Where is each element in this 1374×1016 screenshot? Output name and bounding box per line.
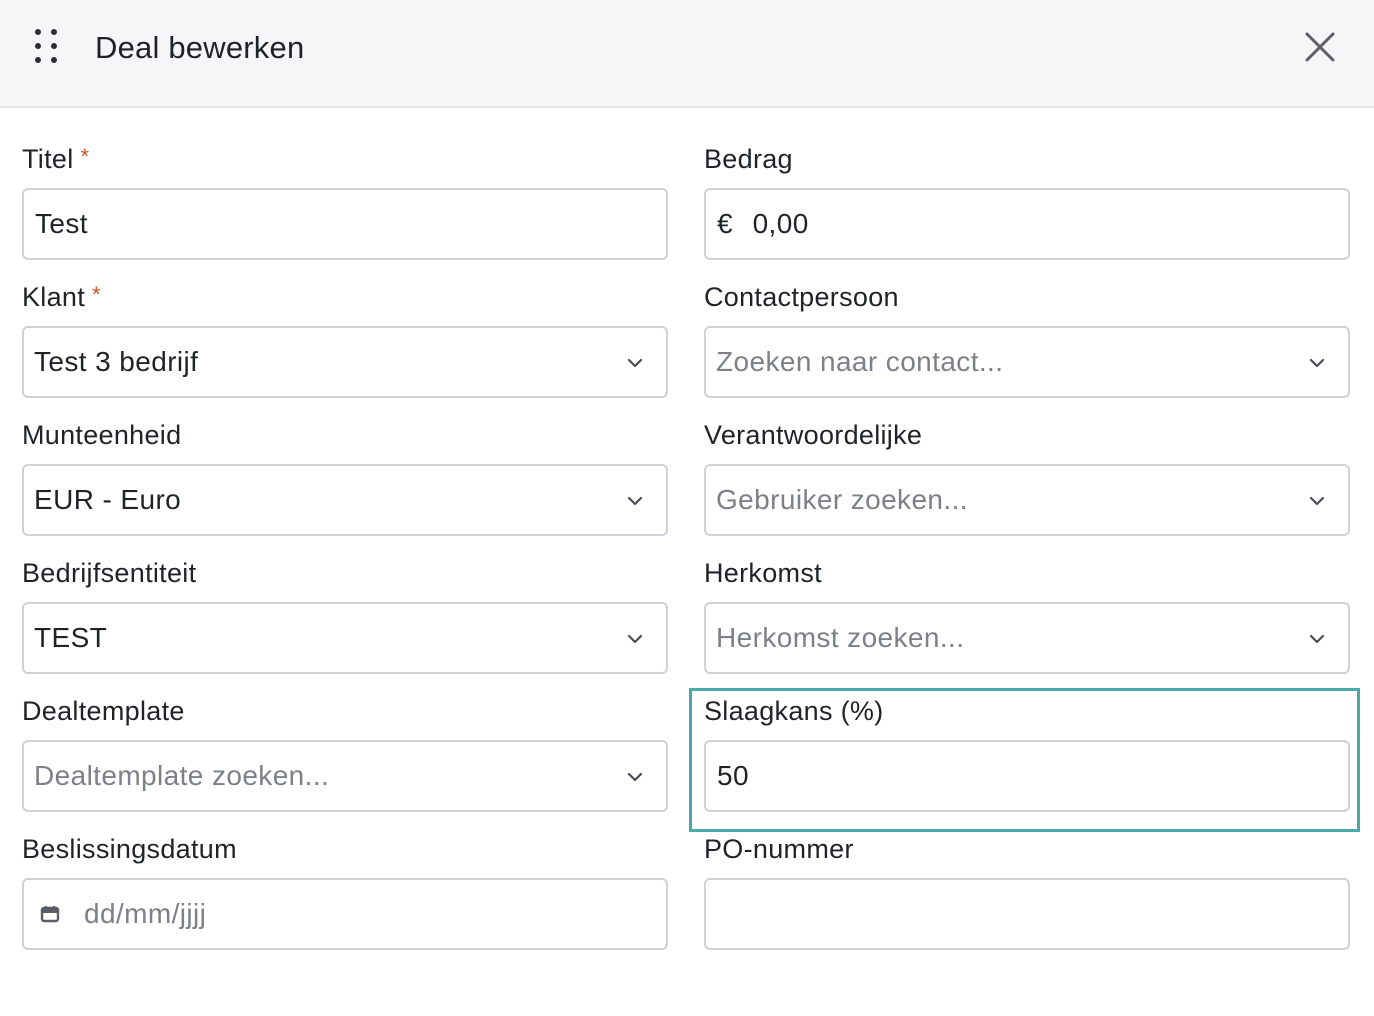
- calendar-icon[interactable]: [40, 904, 60, 924]
- dialog-title: Deal bewerken: [95, 30, 305, 65]
- chevron-down-icon: [627, 634, 643, 644]
- klant-select[interactable]: Test 3 bedrijf: [22, 326, 668, 398]
- slaagkans-label: Slaagkans (%): [704, 696, 884, 726]
- field-contactpersoon: Contactpersoon Zoeken naar contact...: [704, 280, 1350, 398]
- chevron-down-icon: [627, 496, 643, 506]
- field-verantwoordelijke: Verantwoordelijke Gebruiker zoeken...: [704, 418, 1350, 536]
- field-klant: Klant * Test 3 bedrijf: [22, 280, 668, 398]
- currency-symbol: €: [717, 208, 733, 239]
- herkomst-label: Herkomst: [704, 558, 822, 588]
- herkomst-select[interactable]: Herkomst zoeken...: [704, 602, 1350, 674]
- drag-handle-icon[interactable]: [30, 26, 62, 70]
- close-icon: [1305, 32, 1335, 62]
- bedrag-input[interactable]: [752, 190, 1348, 258]
- slaagkans-input-box: [704, 740, 1350, 812]
- dialog-header: Deal bewerken: [0, 0, 1374, 108]
- chevron-down-icon: [627, 772, 643, 782]
- dealtemplate-label: Dealtemplate: [22, 696, 185, 726]
- field-munteenheid: Munteenheid EUR - Euro: [22, 418, 668, 536]
- edit-deal-dialog: Deal bewerken Titel* Bedrag € Klant* Tes…: [0, 0, 1374, 1016]
- beslissingsdatum-input-box: [22, 878, 668, 950]
- close-button[interactable]: [1296, 23, 1344, 71]
- field-bedrijfsentiteit: Bedrijfsentiteit TEST: [22, 556, 668, 674]
- field-slaagkans: Slaagkans (%): [704, 694, 1350, 812]
- munteenheid-label: Munteenheid: [22, 420, 182, 450]
- dealtemplate-select[interactable]: Dealtemplate zoeken...: [22, 740, 668, 812]
- beslissingsdatum-label: Beslissingsdatum: [22, 834, 237, 864]
- field-titel: Titel *: [22, 142, 668, 260]
- chevron-down-icon: [1309, 496, 1325, 506]
- chevron-down-icon: [627, 358, 643, 368]
- bedrag-input-box: €: [704, 188, 1350, 260]
- bedrijfsentiteit-label: Bedrijfsentiteit: [22, 558, 197, 588]
- bedrijfsentiteit-select[interactable]: TEST: [22, 602, 668, 674]
- dealtemplate-placeholder: Dealtemplate zoeken...: [34, 760, 330, 791]
- po-nummer-input-box: [704, 878, 1350, 950]
- contactpersoon-placeholder: Zoeken naar contact...: [716, 346, 1004, 377]
- bedrag-label: Bedrag: [704, 144, 793, 174]
- field-herkomst: Herkomst Herkomst zoeken...: [704, 556, 1350, 674]
- titel-input-box: [22, 188, 668, 260]
- verantwoordelijke-select[interactable]: Gebruiker zoeken...: [704, 464, 1350, 536]
- titel-label: Titel *: [22, 144, 90, 174]
- po-nummer-label: PO-nummer: [704, 834, 854, 864]
- munteenheid-select[interactable]: EUR - Euro: [22, 464, 668, 536]
- field-po-nummer: PO-nummer: [704, 832, 1350, 950]
- beslissingsdatum-input[interactable]: [84, 880, 666, 948]
- required-marker: *: [92, 282, 101, 307]
- slaagkans-input[interactable]: [717, 742, 1348, 810]
- klant-label: Klant *: [22, 282, 101, 312]
- herkomst-placeholder: Herkomst zoeken...: [716, 622, 965, 653]
- field-bedrag: Bedrag €: [704, 142, 1350, 260]
- required-marker: *: [80, 144, 90, 169]
- verantwoordelijke-label: Verantwoordelijke: [704, 420, 923, 450]
- verantwoordelijke-placeholder: Gebruiker zoeken...: [716, 484, 968, 515]
- po-nummer-input[interactable]: [717, 880, 1348, 948]
- chevron-down-icon: [1309, 634, 1325, 644]
- munteenheid-selected-value: EUR - Euro: [34, 484, 182, 515]
- titel-input[interactable]: [35, 190, 666, 258]
- field-beslissingsdatum: Beslissingsdatum: [22, 832, 668, 950]
- contactpersoon-label: Contactpersoon: [704, 282, 899, 312]
- field-dealtemplate: Dealtemplate Dealtemplate zoeken...: [22, 694, 668, 812]
- bedrijfsentiteit-selected-value: TEST: [34, 622, 108, 653]
- klant-selected-value: Test 3 bedrijf: [34, 346, 199, 377]
- chevron-down-icon: [1309, 358, 1325, 368]
- contactpersoon-select[interactable]: Zoeken naar contact...: [704, 326, 1350, 398]
